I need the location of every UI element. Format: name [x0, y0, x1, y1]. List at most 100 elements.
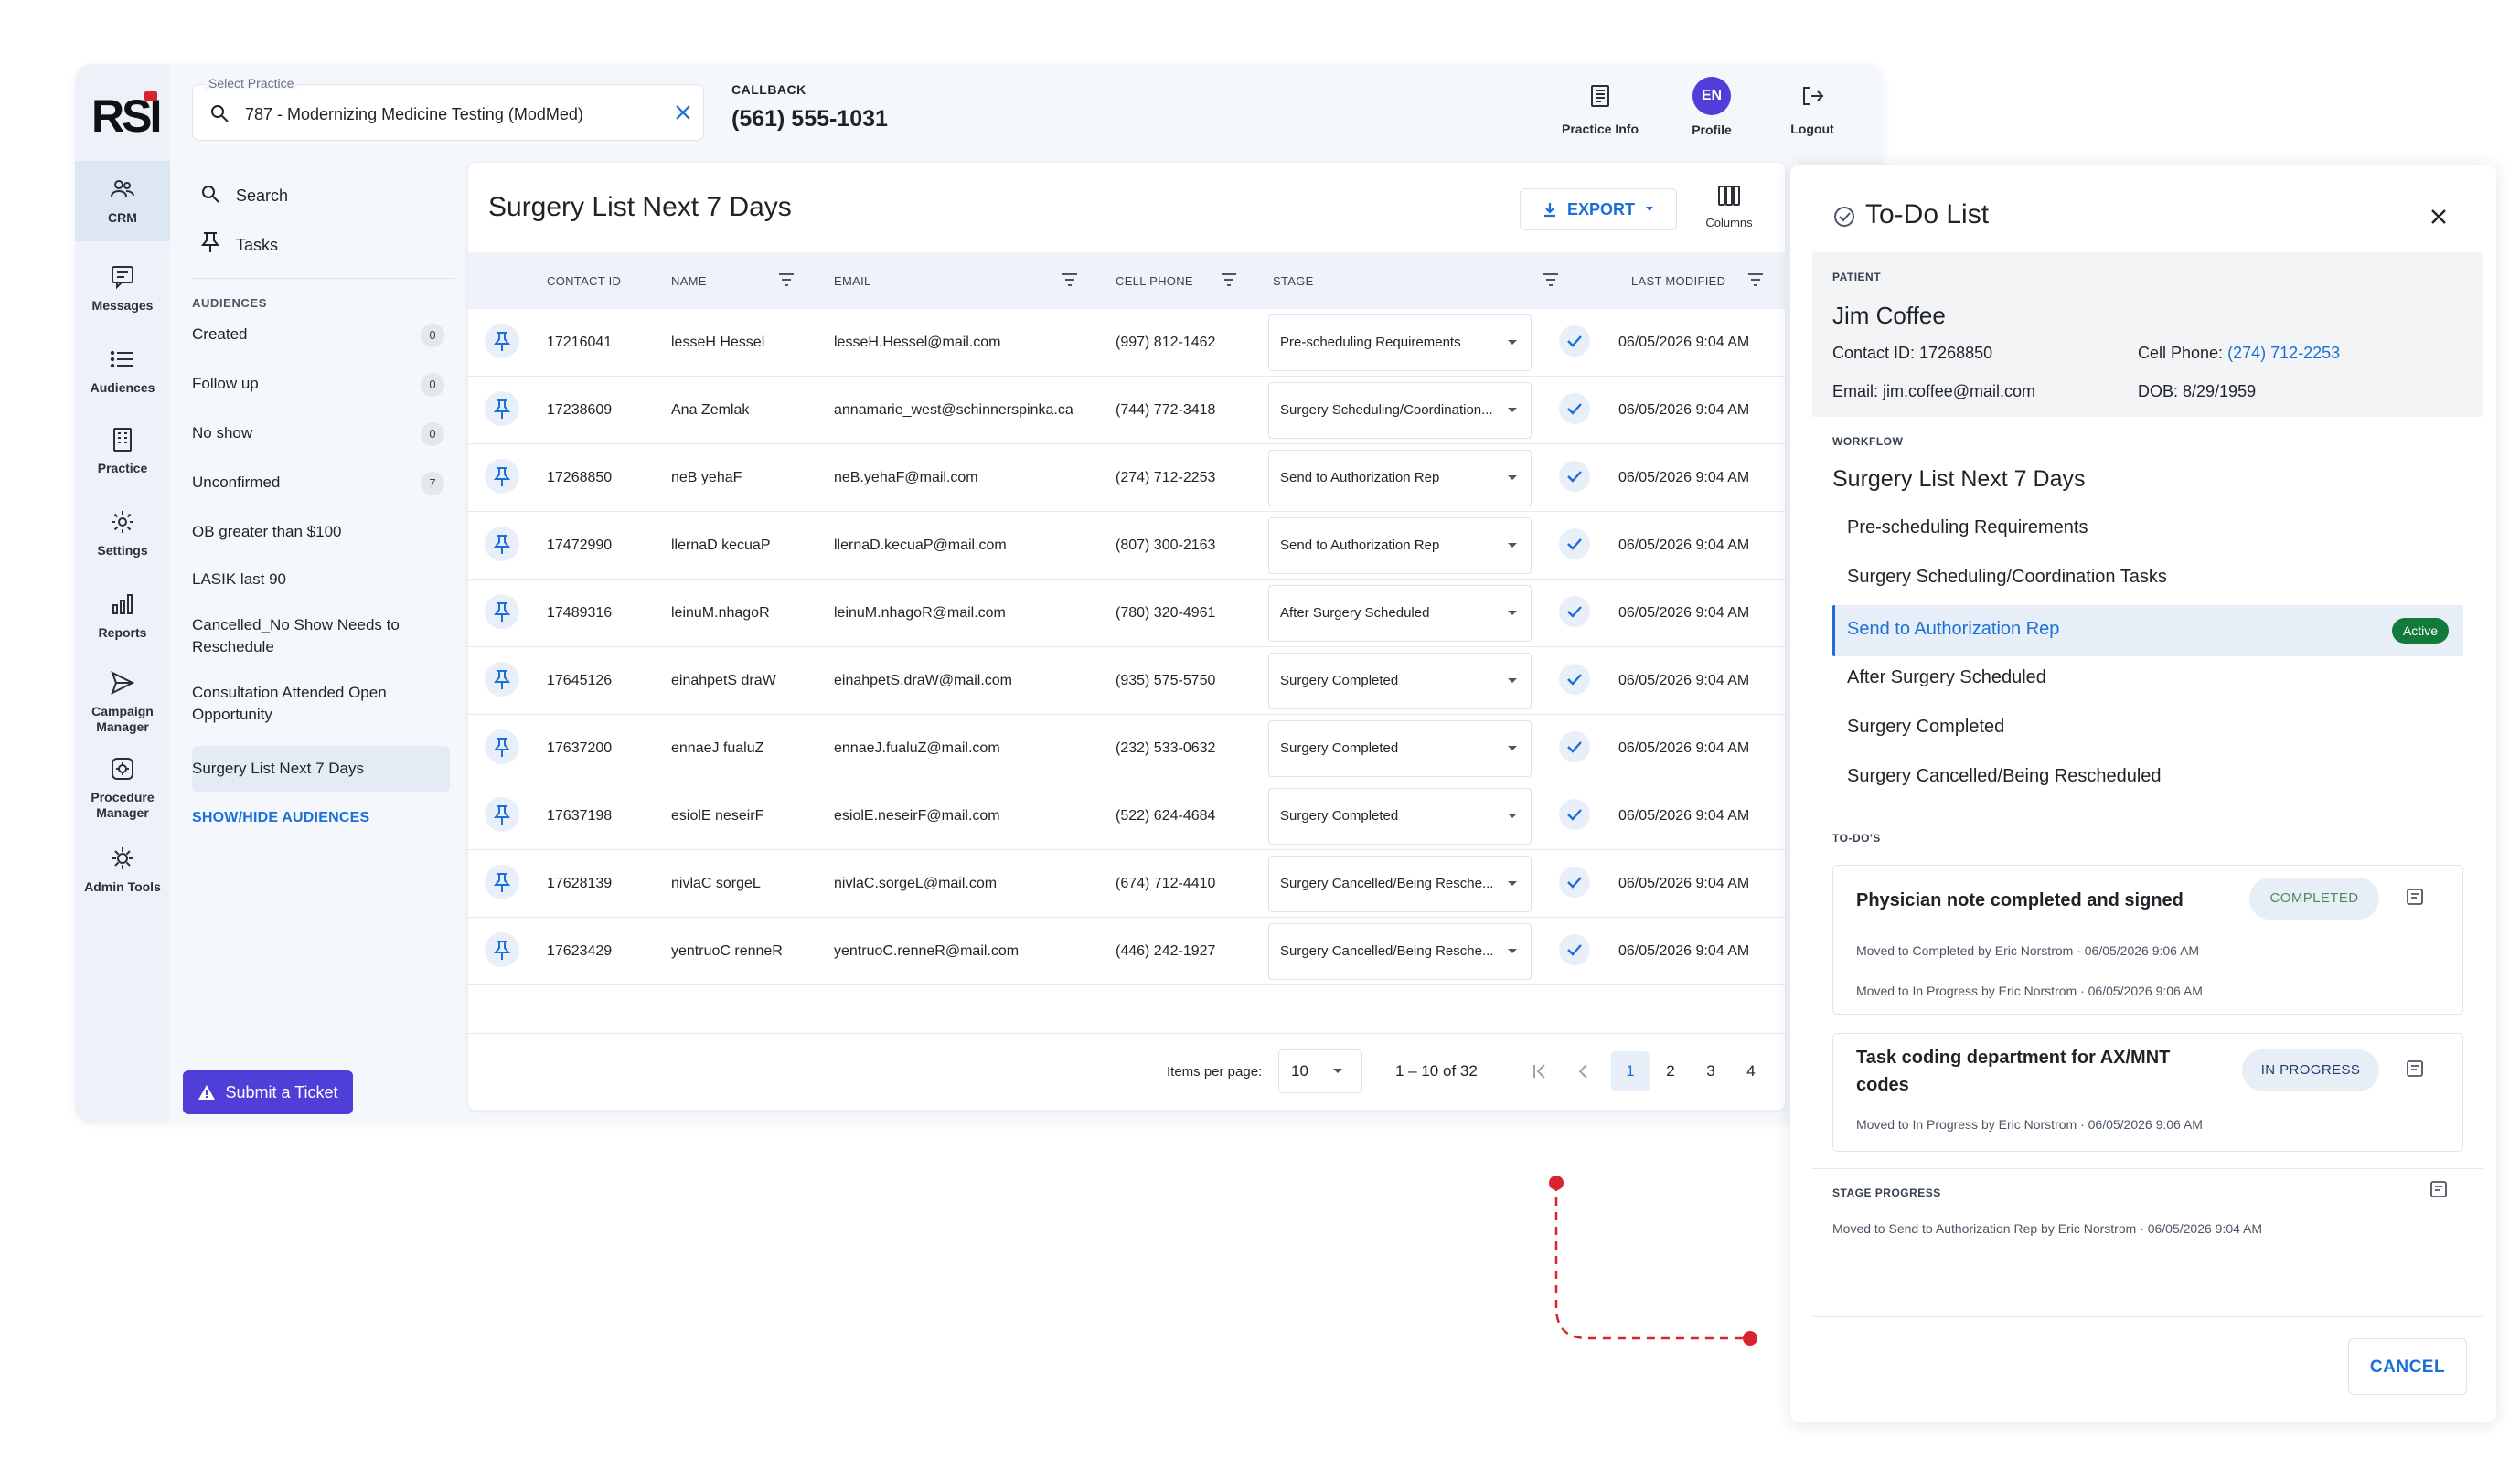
check-icon[interactable]: [1559, 325, 1590, 357]
cell-phone: (446) 242-1927: [1116, 943, 1216, 959]
patient-contact-id: Contact ID: 17268850: [1832, 344, 1993, 362]
check-icon[interactable]: [1559, 596, 1590, 627]
rail-label: Audiences: [90, 380, 155, 395]
cell-name: llernaD kecuaP: [671, 537, 771, 553]
rail-item-campaign-manager[interactable]: Campaign Manager: [75, 669, 170, 735]
cell-name: yentruoC renneR: [671, 943, 783, 959]
pin-icon[interactable]: [485, 865, 519, 899]
pin-icon[interactable]: [485, 459, 519, 494]
pin-icon[interactable]: [485, 594, 519, 629]
submit-ticket-button[interactable]: Submit a Ticket: [183, 1070, 353, 1114]
per-page-label: Items per page:: [1167, 1064, 1263, 1080]
audience-lasik[interactable]: LASIK last 90: [192, 569, 450, 591]
check-icon[interactable]: [1559, 461, 1590, 492]
practice-info-button[interactable]: Practice Info: [1556, 80, 1644, 136]
logout-button[interactable]: Logout: [1779, 80, 1845, 136]
columns-button[interactable]: Columns: [1695, 185, 1763, 229]
todo-title: To-Do List: [1865, 199, 1990, 229]
sidebar-tasks-link[interactable]: Tasks: [236, 236, 278, 255]
page-3[interactable]: 3: [1692, 1051, 1730, 1091]
rail-item-audiences[interactable]: Audiences: [75, 346, 170, 395]
caret-down-icon: [1644, 206, 1655, 213]
rail-item-messages[interactable]: Messages: [75, 263, 170, 313]
cell-email: lesseH.Hessel@mail.com: [834, 335, 1001, 350]
cell-contact-id: 17623429: [547, 943, 613, 959]
rail-label: Campaign Manager: [91, 704, 154, 734]
cell-last-modified: 06/05/2026 9:04 AM: [1618, 943, 1750, 959]
audience-created[interactable]: Created 0: [192, 324, 450, 347]
practice-info-label: Practice Info: [1561, 122, 1639, 136]
workflow-step[interactable]: Surgery Completed: [1847, 717, 2004, 738]
rail-item-settings[interactable]: Settings: [75, 508, 170, 558]
status-in-progress: IN PROGRESS: [2242, 1049, 2379, 1091]
check-icon[interactable]: [1559, 867, 1590, 898]
active-badge: Active: [2392, 618, 2449, 644]
audience-follow-up[interactable]: Follow up 0: [192, 373, 450, 397]
note-icon[interactable]: [2429, 1179, 2449, 1199]
cell-contact-id: 17472990: [547, 537, 613, 553]
pin-icon[interactable]: [485, 729, 519, 764]
check-icon[interactable]: [1559, 664, 1590, 695]
page-2[interactable]: 2: [1651, 1051, 1690, 1091]
audiences-title: AUDIENCES: [192, 296, 267, 310]
workflow-step[interactable]: Surgery Cancelled/Being Rescheduled: [1847, 766, 2162, 787]
users-icon: [109, 176, 136, 203]
prev-page-icon[interactable]: [1573, 1060, 1595, 1082]
audience-surgery-list[interactable]: Surgery List Next 7 Days: [192, 746, 450, 792]
pin-icon[interactable]: [485, 391, 519, 426]
phone-link[interactable]: (274) 712-2253: [2227, 344, 2340, 362]
count-badge: 7: [421, 472, 444, 495]
page-1[interactable]: 1: [1611, 1051, 1650, 1091]
page-4[interactable]: 4: [1732, 1051, 1770, 1091]
document-icon: [1587, 83, 1613, 109]
cell-contact-id: 17216041: [547, 335, 613, 350]
note-icon[interactable]: [2405, 1059, 2425, 1079]
workflow-step[interactable]: After Surgery Scheduled: [1847, 667, 2046, 688]
rail-item-procedure-manager[interactable]: Procedure Manager: [75, 755, 170, 821]
check-icon[interactable]: [1559, 799, 1590, 830]
cell-name: nivlaC sorgeL: [671, 876, 761, 891]
cell-phone: (935) 575-5750: [1116, 673, 1216, 688]
check-icon[interactable]: [1559, 731, 1590, 762]
check-icon[interactable]: [1559, 934, 1590, 965]
pin-icon[interactable]: [485, 932, 519, 967]
cell-email: einahpetS.draW@mail.com: [834, 673, 1012, 688]
rail-item-reports[interactable]: Reports: [75, 591, 170, 640]
admin-gear-icon: [109, 845, 136, 872]
rail-item-crm[interactable]: CRM: [75, 161, 170, 241]
workflow-label: WORKFLOW: [1832, 435, 1904, 448]
profile-button[interactable]: EN Profile: [1675, 77, 1748, 137]
workflow-step[interactable]: Pre-scheduling Requirements: [1847, 517, 2088, 538]
logout-icon: [1799, 83, 1825, 109]
check-icon[interactable]: [1559, 393, 1590, 424]
filter-icon[interactable]: [1746, 271, 1765, 288]
sidebar-search-link[interactable]: Search: [236, 186, 288, 206]
rail-item-practice[interactable]: Practice: [75, 426, 170, 475]
caret-down-icon: [1507, 948, 1518, 955]
filter-icon[interactable]: [1061, 271, 1079, 288]
audience-consultation[interactable]: Consultation Attended Open Opportunity: [192, 682, 411, 726]
show-hide-audiences-link[interactable]: SHOW/HIDE AUDIENCES: [192, 810, 369, 826]
audience-unconfirmed[interactable]: Unconfirmed 7: [192, 472, 450, 495]
rail-item-admin-tools[interactable]: Admin Tools: [75, 845, 170, 894]
audience-cancelled-no-show[interactable]: Cancelled_No Show Needs to Reschedule: [192, 614, 411, 658]
cell-name: neB yehaF: [671, 470, 742, 485]
clear-icon[interactable]: [673, 102, 693, 122]
audience-ob-greater[interactable]: OB greater than $100: [192, 521, 450, 543]
filter-icon[interactable]: [777, 271, 796, 288]
cancel-button[interactable]: CANCEL: [2348, 1338, 2467, 1395]
first-page-icon[interactable]: [1529, 1060, 1551, 1082]
audience-no-show[interactable]: No show 0: [192, 422, 450, 446]
workflow-step[interactable]: Surgery Scheduling/Coordination Tasks: [1847, 567, 2167, 588]
filter-icon[interactable]: [1542, 271, 1560, 288]
check-icon[interactable]: [1559, 528, 1590, 559]
note-icon[interactable]: [2405, 887, 2425, 907]
cell-email: nivlaC.sorgeL@mail.com: [834, 876, 998, 891]
pin-icon[interactable]: [485, 662, 519, 697]
export-button[interactable]: EXPORT: [1520, 188, 1677, 230]
pin-icon[interactable]: [485, 797, 519, 832]
close-icon[interactable]: [2429, 207, 2449, 227]
filter-icon[interactable]: [1220, 271, 1238, 288]
pin-icon[interactable]: [485, 527, 519, 561]
pin-icon[interactable]: [485, 324, 519, 358]
